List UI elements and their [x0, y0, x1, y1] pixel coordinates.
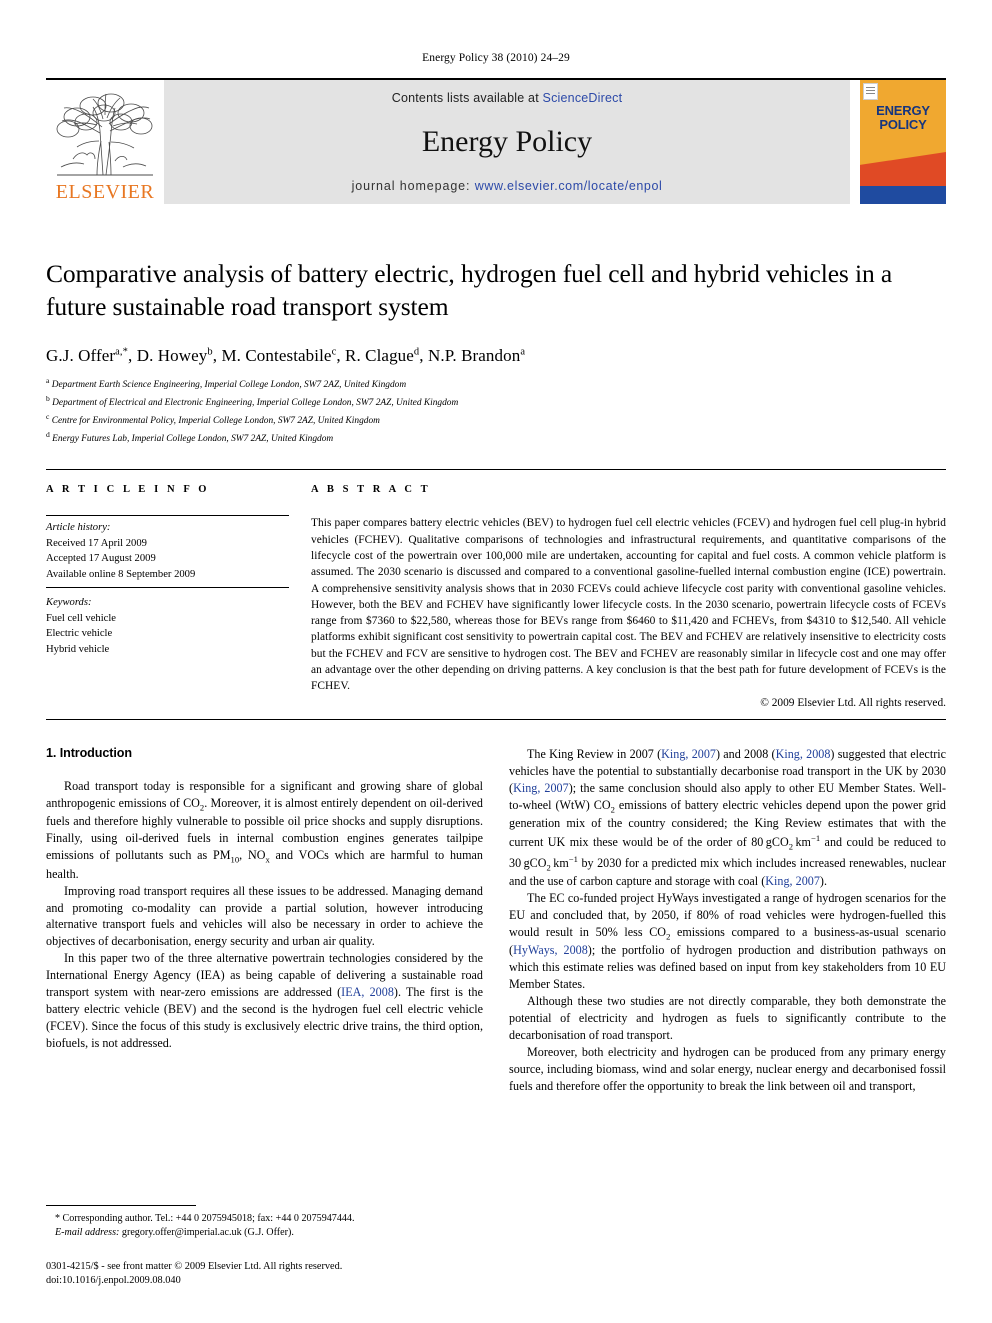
- body-column-right: The King Review in 2007 (King, 2007) and…: [509, 746, 946, 1096]
- article-history-box: Article history: Received 17 April 2009 …: [46, 515, 289, 589]
- elsevier-tree-icon: [56, 93, 153, 176]
- abstract-divider: [46, 718, 946, 720]
- keywords-box: Keywords: Fuel cell vehicle Electric veh…: [46, 588, 289, 657]
- body-columns: 1. Introduction Road transport today is …: [46, 746, 946, 1096]
- running-head: Energy Policy 38 (2010) 24–29: [422, 52, 570, 64]
- email-note: E-mail address: gregory.offer@imperial.a…: [55, 1227, 294, 1239]
- abstract-text: This paper compares battery electric veh…: [311, 517, 946, 693]
- affiliation-text: Department Earth Science Engineering, Im…: [51, 380, 407, 391]
- footnote-divider: [46, 1205, 196, 1207]
- body-paragraph: The King Review in 2007 (King, 2007) and…: [509, 746, 947, 889]
- cover-red-band: [860, 152, 946, 186]
- affiliation-text: Department of Electrical and Electronic …: [52, 398, 459, 409]
- footnote-area: * Corresponding author. Tel.: +44 0 2075…: [46, 1205, 483, 1289]
- cover-title: ENERGY POLICY: [860, 104, 946, 132]
- affiliation-item: b Department of Electrical and Electroni…: [46, 393, 946, 411]
- sciencedirect-link[interactable]: ScienceDirect: [543, 91, 623, 105]
- affiliation-mark: c: [46, 412, 50, 422]
- article-history-item: Received 17 April 2009: [46, 537, 147, 549]
- issn-copyright-line: 0301-4215/$ - see front matter © 2009 El…: [46, 1260, 343, 1272]
- affiliation-text: Energy Futures Lab, Imperial College Lon…: [52, 434, 334, 445]
- contents-lists-line: Contents lists available at ScienceDirec…: [392, 91, 623, 105]
- page-title: Comparative analysis of battery electric…: [46, 259, 893, 321]
- article-history-item: Available online 8 September 2009: [46, 568, 196, 580]
- cover-masthead-icon: [863, 83, 878, 100]
- journal-masthead: ELSEVIER Contents lists available at Sci…: [46, 78, 946, 204]
- abstract-column: A B S T R A C T This paper compares batt…: [311, 484, 946, 708]
- journal-cover-thumbnail: ENERGY POLICY: [860, 80, 946, 204]
- affiliation-mark: d: [46, 430, 50, 440]
- body-paragraph: The EC co-funded project HyWays investig…: [509, 891, 946, 992]
- body-paragraph: In this paper two of the three alternati…: [46, 951, 483, 1051]
- article-history-item: Accepted 17 August 2009: [46, 553, 156, 565]
- affiliation-item: a Department Earth Science Engineering, …: [46, 375, 946, 393]
- cover-title-line1: ENERGY: [876, 103, 930, 118]
- journal-title: Energy Policy: [421, 125, 593, 158]
- body-paragraph: Moreover, both electricity and hydrogen …: [509, 1045, 946, 1094]
- keyword-item: Hybrid vehicle: [46, 643, 110, 655]
- elsevier-logo: ELSEVIER: [46, 80, 164, 204]
- journal-article-page: Energy Policy 38 (2010) 24–29 ELSEVIER C…: [0, 0, 992, 1323]
- journal-homepage-line: journal homepage: www.elsevier.com/locat…: [352, 179, 663, 193]
- keyword-item: Fuel cell vehicle: [46, 612, 117, 624]
- affiliation-mark: b: [46, 394, 50, 404]
- info-abstract-section: A R T I C L E I N F O Article history: R…: [46, 469, 946, 709]
- affiliation-text: Centre for Environmental Policy, Imperia…: [51, 416, 380, 427]
- author-list: G.J. Offera,*, D. Howeyb, M. Contestabil…: [46, 346, 526, 366]
- elsevier-wordmark: ELSEVIER: [55, 181, 155, 203]
- affiliation-list: a Department Earth Science Engineering, …: [46, 375, 946, 447]
- body-column-left: 1. Introduction Road transport today is …: [46, 746, 483, 1096]
- abstract-copyright: © 2009 Elsevier Ltd. All rights reserved…: [760, 696, 946, 709]
- article-history-label: Article history:: [46, 522, 111, 534]
- cover-blue-band: [860, 186, 946, 204]
- masthead-center-band: Contents lists available at ScienceDirec…: [164, 80, 850, 204]
- keywords-label: Keywords:: [46, 597, 92, 609]
- body-paragraph: Although these two studies are not direc…: [509, 994, 946, 1043]
- journal-homepage-prefix: journal homepage:: [351, 179, 475, 193]
- body-paragraph: Improving road transport requires all th…: [46, 883, 483, 949]
- body-paragraph: Road transport today is responsible for …: [46, 778, 483, 881]
- article-info-heading: A R T I C L E I N F O: [46, 484, 210, 496]
- journal-homepage-link[interactable]: www.elsevier.com/locate/enpol: [475, 179, 663, 193]
- affiliation-mark: a: [46, 376, 50, 386]
- title-block: Comparative analysis of battery electric…: [46, 258, 946, 447]
- affiliation-item: c Centre for Environmental Policy, Imper…: [46, 411, 946, 429]
- front-matter-block: 0301-4215/$ - see front matter © 2009 El…: [46, 1260, 483, 1289]
- doi-line: doi:10.1016/j.enpol.2009.08.040: [46, 1275, 181, 1287]
- contents-lists-prefix: Contents lists available at: [391, 91, 543, 105]
- abstract-heading: A B S T R A C T: [311, 484, 431, 496]
- keyword-item: Electric vehicle: [46, 628, 113, 640]
- affiliation-item: d Energy Futures Lab, Imperial College L…: [46, 429, 946, 447]
- article-info-column: A R T I C L E I N F O Article history: R…: [46, 484, 311, 708]
- corresponding-author-note: * Corresponding author. Tel.: +44 0 2075…: [55, 1213, 355, 1225]
- section-heading-introduction: 1. Introduction: [46, 745, 132, 760]
- cover-title-line2: POLICY: [879, 116, 927, 132]
